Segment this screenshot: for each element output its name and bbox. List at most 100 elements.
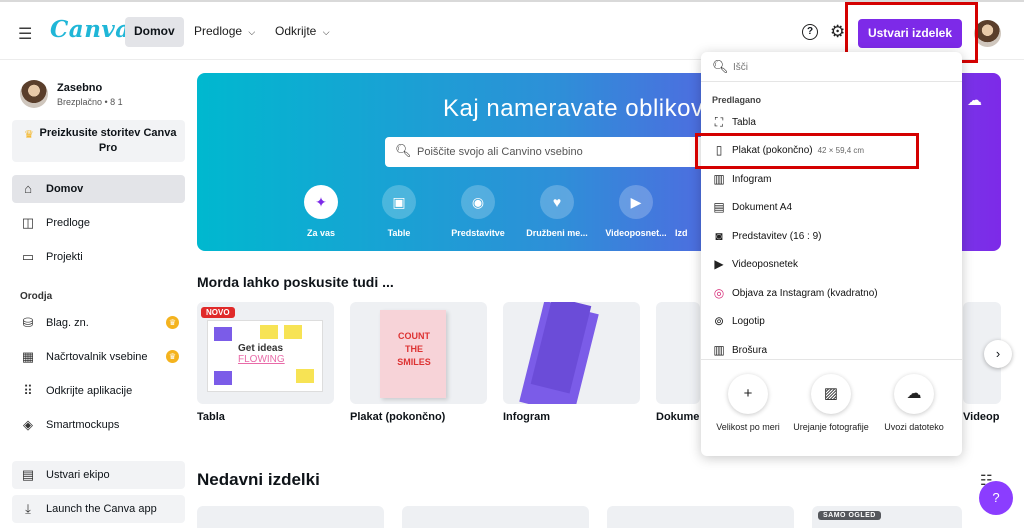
nav-discover-label: Odkrijte xyxy=(275,24,317,38)
suggestions-title: Morda lahko poskusite tudi ... xyxy=(197,274,394,290)
video-icon: ▶ xyxy=(714,257,724,271)
import-file-button[interactable]: ☁ Uvozi datoteko xyxy=(873,374,955,434)
hero-search-input[interactable]: 🔍︎ Poiščite svojo ali Canvino vsebino xyxy=(385,137,715,167)
suggestion-card-infographic[interactable] xyxy=(503,302,640,404)
nav-discover-menu[interactable]: Odkrijte ⌵ xyxy=(275,24,330,38)
category-whiteboards[interactable]: ▣ Table xyxy=(359,185,439,238)
category-social-media[interactable]: ♥ Družbeni me... xyxy=(517,185,597,238)
launch-app-button[interactable]: ⤓ Launch the Canva app xyxy=(12,495,185,523)
try-pro-button[interactable]: ♛ Preizkusite storitev Canva Pro xyxy=(12,120,185,162)
menu-item-label: Videoposnetek xyxy=(732,259,798,270)
suggestion-card-whiteboard[interactable]: Get ideas FLOWING NOVO xyxy=(197,302,334,404)
nav-templates-menu[interactable]: Predloge ⌵ xyxy=(194,24,255,38)
highlight-poster-item xyxy=(695,133,919,169)
category-label: Videoposnet... xyxy=(605,228,667,238)
instagram-icon: ◎ xyxy=(713,286,725,300)
search-icon: 🔍︎ xyxy=(712,59,729,74)
menu-item-label: Infogram xyxy=(732,174,772,185)
sidebar-item-apps[interactable]: ⠿ Odkrijte aplikacije xyxy=(12,377,185,405)
card-label[interactable]: Dokume xyxy=(656,411,699,423)
user-avatar[interactable] xyxy=(20,80,48,108)
edit-photo-button[interactable]: ▨ Urejanje fotografije xyxy=(790,374,872,434)
card-label[interactable]: Videop xyxy=(963,411,999,423)
card-label[interactable]: Plakat (pokončno) xyxy=(350,411,445,423)
category-presentations[interactable]: ◉ Predstavitve xyxy=(438,185,518,238)
upload-cloud-icon[interactable]: ☁ xyxy=(967,91,982,109)
custom-size-button[interactable]: + Velikost po meri xyxy=(707,374,789,434)
create-team-button[interactable]: ▤ Ustvari ekipo xyxy=(12,461,185,489)
avatar[interactable] xyxy=(974,20,1001,47)
gear-icon[interactable]: ⚙ xyxy=(830,22,845,42)
canva-logo[interactable]: Canva xyxy=(50,16,131,43)
category-videos[interactable]: ▶ Videoposnet... xyxy=(596,185,676,238)
view-only-badge: SAMO OGLED xyxy=(818,511,881,520)
sidebar-item-templates[interactable]: ◫ Predloge xyxy=(12,209,185,237)
upload-cloud-icon: ☁ xyxy=(894,374,934,414)
help-icon[interactable]: ? xyxy=(802,24,818,40)
sidebar-item-home[interactable]: ⌂ Domov xyxy=(12,175,185,203)
layers-icon: ◈ xyxy=(23,417,33,432)
help-fab-button[interactable]: ? xyxy=(979,481,1013,515)
sidebar-item-label: Smartmockups xyxy=(46,419,120,431)
category-label: Za vas xyxy=(306,228,336,238)
sidebar-item-label: Ustvari ekipo xyxy=(46,469,110,481)
download-icon: ⤓ xyxy=(25,501,31,516)
category-label: Predstavitve xyxy=(451,228,505,238)
suggested-heading: Predlagano xyxy=(712,95,762,105)
sidebar-item-projects[interactable]: ▭ Projekti xyxy=(12,243,185,271)
recent-design-card[interactable] xyxy=(607,506,794,528)
crown-icon: ♛ xyxy=(24,129,34,141)
dropdown-actions: + Velikost po meri ▨ Urejanje fotografij… xyxy=(701,359,962,456)
account-plan: Brezplačno • 8 1 xyxy=(57,97,123,107)
whiteboard-icon: ▣ xyxy=(382,185,416,219)
account-name[interactable]: Zasebno xyxy=(57,82,102,94)
logo-icon: ⊚ xyxy=(713,314,725,328)
recent-design-card[interactable] xyxy=(197,506,384,528)
action-label: Urejanje fotografije xyxy=(793,422,869,432)
brand-kit-icon: ⛁ xyxy=(22,315,34,330)
presentation-icon: ◉ xyxy=(461,185,495,219)
sidebar-item-smartmockups[interactable]: ◈ Smartmockups xyxy=(12,411,185,439)
card-label[interactable]: Tabla xyxy=(197,411,225,423)
sparkle-icon: ✦ xyxy=(304,185,338,219)
brochure-icon: ▥ xyxy=(713,343,725,357)
suggestion-card-poster[interactable]: COUNT THE SMILES xyxy=(350,302,487,404)
presentation-icon: ◙ xyxy=(715,229,723,243)
crown-icon: ♛ xyxy=(166,316,179,329)
chevron-right-icon[interactable]: › xyxy=(984,340,1012,368)
sidebar-item-label: Projekti xyxy=(46,251,83,263)
home-icon: ⌂ xyxy=(24,181,32,196)
search-icon: 🔍︎ xyxy=(395,143,412,158)
sidebar-item-label: Launch the Canva app xyxy=(46,503,157,515)
menu-item-infographic[interactable]: ▥ Infogram xyxy=(701,167,962,193)
sidebar-item-content-planner[interactable]: ▦ Načrtovalnik vsebine ♛ xyxy=(12,343,185,371)
recent-design-card[interactable] xyxy=(402,506,589,528)
chevron-down-icon: ⌵ xyxy=(248,27,256,37)
search-placeholder: Išči xyxy=(733,62,748,73)
hero-title: Kaj nameravate oblikov xyxy=(443,95,704,122)
sidebar-item-label: Odkrijte aplikacije xyxy=(46,385,133,397)
bar-chart-icon: ▥ xyxy=(713,172,725,186)
menu-item-logo[interactable]: ⊚ Logotip xyxy=(701,309,962,335)
sidebar-item-label: Domov xyxy=(46,183,84,195)
nav-home-button[interactable]: Domov xyxy=(125,17,184,47)
menu-item-presentation[interactable]: ◙ Predstavitev (16 : 9) xyxy=(701,224,962,250)
menu-item-instagram-post[interactable]: ◎ Objava za Instagram (kvadratno) xyxy=(701,281,962,307)
nav-templates-label: Predloge xyxy=(194,24,243,38)
action-label: Velikost po meri xyxy=(716,422,780,432)
menu-item-video[interactable]: ▶ Videoposnetek xyxy=(701,252,962,278)
dropdown-search-input[interactable]: 🔍︎ Išči xyxy=(701,52,962,82)
menu-item-a4-document[interactable]: ▤ Dokument A4 xyxy=(701,195,962,221)
apps-grid-icon: ⠿ xyxy=(23,383,33,398)
templates-icon: ◫ xyxy=(21,215,35,230)
menu-item-label: Objava za Instagram (kvadratno) xyxy=(732,288,878,299)
category-for-you[interactable]: ✦ Za vas xyxy=(281,185,361,238)
crown-icon: ♛ xyxy=(166,350,179,363)
menu-icon[interactable]: ☰ xyxy=(18,24,32,44)
suggestion-card-document[interactable] xyxy=(656,302,700,404)
card-label[interactable]: Infogram xyxy=(503,411,550,423)
video-icon: ▶ xyxy=(619,185,653,219)
recent-designs-title: Nedavni izdelki xyxy=(197,470,320,489)
sidebar-item-brand[interactable]: ⛁ Blag. zn. ♛ xyxy=(12,309,185,337)
sidebar-item-label: Predloge xyxy=(46,217,91,229)
